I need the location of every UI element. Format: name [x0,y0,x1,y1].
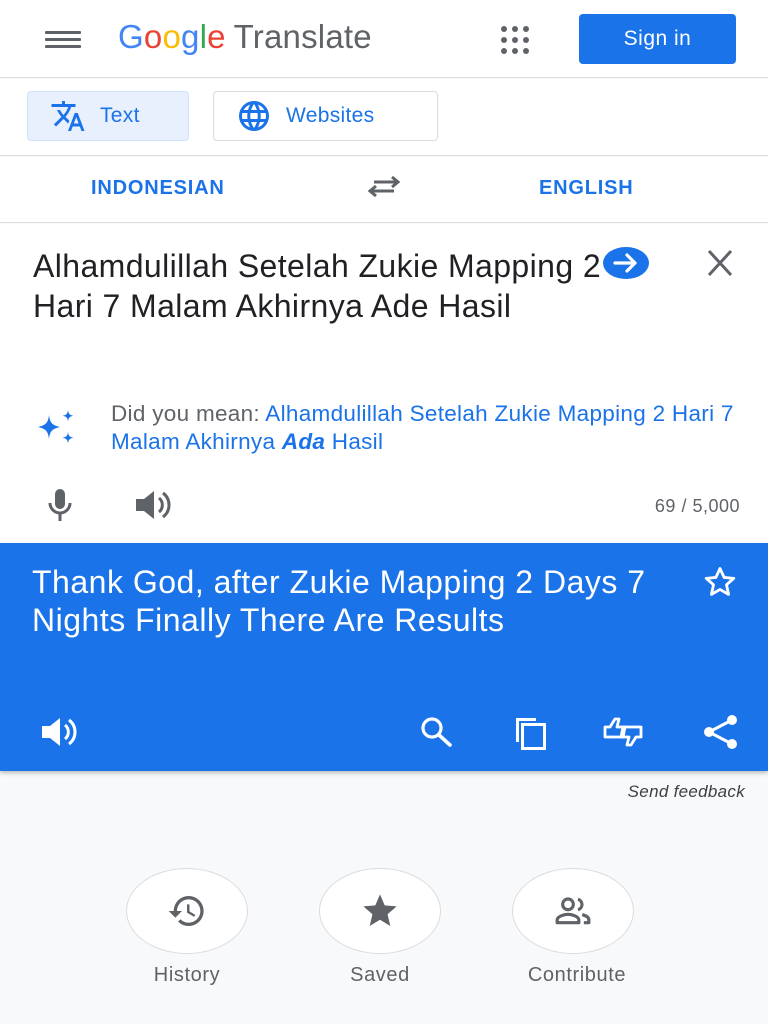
microphone-icon[interactable] [38,485,82,525]
logo-letter: g [181,18,200,55]
translate-icon [51,101,85,131]
logo-letter: o [162,18,181,55]
tab-websites[interactable]: Websites [213,91,438,141]
search-icon[interactable] [413,710,459,754]
saved-label: Saved [350,964,410,986]
source-text-input[interactable]: Alhamdulillah Setelah Zukie Mapping 2 Ha… [33,246,633,326]
tab-text[interactable]: Text [27,91,189,141]
send-feedback-link[interactable]: Send feedback [560,782,745,802]
source-language-button[interactable]: INDONESIAN [91,177,225,200]
tab-text-label: Text [100,104,140,127]
copy-icon[interactable] [508,710,554,754]
saved-button[interactable] [319,868,441,954]
logo-letter: l [199,18,208,55]
google-translate-logo[interactable]: Google Translate [118,18,372,56]
star-icon [363,894,397,926]
mode-tabs-bar: Text Websites [0,79,768,156]
apps-grid-icon[interactable] [495,20,535,60]
history-label: History [153,964,221,986]
hamburger-menu-icon[interactable] [38,22,88,56]
contribute-button[interactable] [512,868,634,954]
save-translation-star-icon[interactable] [700,563,740,601]
contribute-label: Contribute [527,964,627,986]
clear-text-icon[interactable] [702,248,738,278]
did-you-mean-label: Did you mean: [111,401,266,426]
character-counter: 69 / 5,000 [654,496,740,516]
history-button[interactable] [126,868,248,954]
logo-letter: G [118,18,144,55]
history-icon [168,896,204,926]
sign-in-button[interactable]: Sign in [579,14,736,64]
listen-translation-icon[interactable] [36,710,82,754]
translate-page: Google Translate Sign in Text Websites IN… [0,0,768,1024]
sparkle-icon [38,410,74,444]
translate-arrow-icon[interactable] [602,246,650,280]
share-icon[interactable] [698,710,744,754]
target-language-button[interactable]: ENGLISH [539,177,634,200]
product-name: Translate [233,18,372,55]
logo-letter: e [207,18,226,55]
suggestion-text-after: Hasil [325,429,384,454]
top-app-bar: Google Translate Sign in [0,0,768,78]
translation-panel: Thank God, after Zukie Mapping 2 Days 7 … [0,543,768,771]
globe-icon [239,101,269,131]
swap-languages-icon[interactable] [362,170,406,204]
suggestion-corrected-word: Ada [281,429,326,454]
people-icon [555,897,591,925]
logo-letter: o [143,18,163,55]
rate-translation-icon[interactable] [600,710,646,754]
did-you-mean-suggestion: Did you mean: Alhamdulillah Setelah Zuki… [111,400,751,456]
listen-source-icon[interactable] [130,485,178,525]
tab-websites-label: Websites [286,104,375,127]
translation-output: Thank God, after Zukie Mapping 2 Days 7 … [32,564,646,638]
